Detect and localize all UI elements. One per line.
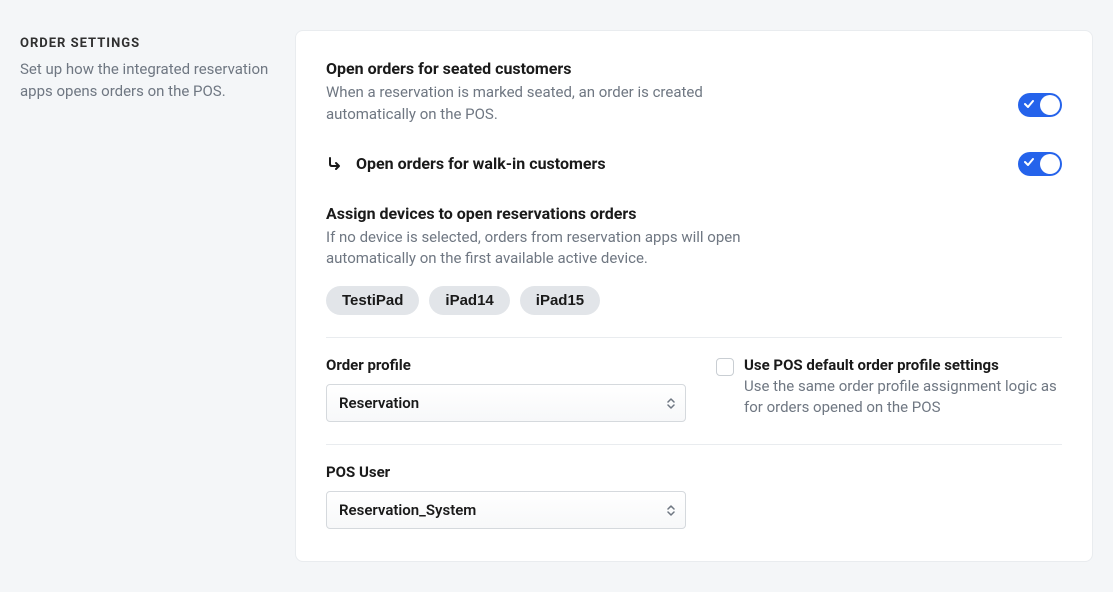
select-arrows-icon xyxy=(667,398,675,409)
assign-description: If no device is selected, orders from re… xyxy=(326,227,746,271)
use-default-title: Use POS default order profile settings xyxy=(744,356,1062,374)
pos-user-row: POS User Reservation_System xyxy=(326,463,1062,529)
pos-user-left: POS User Reservation_System xyxy=(326,463,686,529)
order-settings-card: Open orders for seated customers When a … xyxy=(295,30,1093,562)
check-icon xyxy=(1024,99,1034,112)
settings-sidebar: ORDER SETTINGS Set up how the integrated… xyxy=(20,30,275,562)
divider xyxy=(326,444,1062,445)
walkin-title: Open orders for walk-in customers xyxy=(356,154,606,173)
use-default-block: Use POS default order profile settings U… xyxy=(716,356,1062,418)
sidebar-title: ORDER SETTINGS xyxy=(20,36,275,51)
device-chip[interactable]: TestiPad xyxy=(326,286,419,315)
use-default-description: Use the same order profile assignment lo… xyxy=(744,376,1062,418)
device-chip[interactable]: iPad14 xyxy=(429,286,509,315)
device-chip[interactable]: iPad15 xyxy=(520,286,600,315)
walkin-setting-row: Open orders for walk-in customers xyxy=(326,152,1062,176)
assign-devices-block: Assign devices to open reservations orde… xyxy=(326,204,1062,316)
pos-user-select[interactable]: Reservation_System xyxy=(326,491,686,529)
walkin-left: Open orders for walk-in customers xyxy=(326,154,606,173)
device-chips: TestiPad iPad14 iPad15 xyxy=(326,286,1062,315)
order-profile-label: Order profile xyxy=(326,356,686,374)
pos-user-label: POS User xyxy=(326,463,686,481)
seated-description: When a reservation is marked seated, an … xyxy=(326,82,746,126)
order-profile-select[interactable]: Reservation xyxy=(326,384,686,422)
order-profile-value: Reservation xyxy=(339,394,419,412)
walkin-toggle[interactable] xyxy=(1018,152,1062,176)
sub-item-icon xyxy=(326,155,344,173)
use-default-text: Use POS default order profile settings U… xyxy=(744,356,1062,418)
order-profile-left: Order profile Reservation xyxy=(326,356,686,422)
select-arrows-icon xyxy=(667,505,675,516)
divider xyxy=(326,337,1062,338)
sidebar-description: Set up how the integrated reservation ap… xyxy=(20,59,275,103)
check-icon xyxy=(1024,157,1034,170)
seated-toggle[interactable] xyxy=(1018,93,1062,117)
assign-title: Assign devices to open reservations orde… xyxy=(326,204,1062,223)
pos-user-value: Reservation_System xyxy=(339,501,476,519)
order-profile-row: Order profile Reservation Use POS defaul… xyxy=(326,356,1062,422)
seated-setting-text: Open orders for seated customers When a … xyxy=(326,59,746,126)
use-default-checkbox[interactable] xyxy=(716,358,734,376)
seated-title: Open orders for seated customers xyxy=(326,59,746,78)
toggle-knob xyxy=(1040,95,1060,115)
seated-setting-row: Open orders for seated customers When a … xyxy=(326,59,1062,126)
toggle-knob xyxy=(1040,154,1060,174)
